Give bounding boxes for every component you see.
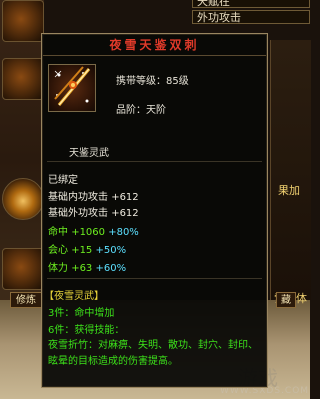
equipment-slot-top[interactable]: [2, 0, 44, 42]
divider: [47, 278, 262, 279]
tab-storage[interactable]: 藏: [276, 292, 296, 308]
set-bonus-row: 3件：命中增加: [48, 304, 114, 319]
base-stat-label: 基础内功攻击: [48, 192, 108, 203]
item-name: 夜雪天鉴双刺: [43, 35, 266, 56]
carry-level: 携带等级：85级: [116, 72, 189, 87]
growth-stat-percent: +60%: [95, 263, 127, 274]
equipment-slot-ring[interactable]: [2, 178, 44, 220]
bound-status: 已绑定: [48, 175, 78, 186]
growth-stat-label: 命中: [48, 227, 68, 238]
growth-stat-row: 体力 +63 +60%: [48, 259, 126, 274]
equipment-slot-lower[interactable]: [2, 248, 44, 290]
set-bonus-pieces: 6件：: [48, 325, 75, 336]
growth-stat-row: 会心 +15 +50%: [48, 241, 126, 256]
item-type: 天鉴灵武: [69, 148, 109, 159]
carry-level-value: 85级: [166, 76, 189, 87]
growth-stat-value: +1060: [71, 227, 106, 238]
growth-stat-value: +63: [71, 263, 93, 274]
item-grade: 品阶：天阶: [116, 101, 166, 116]
base-stat-row: 基础外功攻击 +612: [48, 204, 139, 219]
tab-cultivate[interactable]: 修炼: [10, 292, 42, 308]
divider: [47, 161, 262, 162]
set-name: 【夜雪灵武】: [44, 291, 104, 302]
set-bonus-row: 6件：获得技能：: [48, 321, 124, 336]
item-grade-label: 品阶：: [116, 105, 146, 116]
set-bonus-text: 命中增加: [74, 308, 115, 319]
attribute-side-panel: [270, 40, 311, 300]
set-bonus-text: 获得技能：: [74, 325, 125, 336]
growth-stat-row: 命中 +1060 +80%: [48, 223, 139, 238]
attribute-field-talent: 天赋在: [192, 0, 310, 8]
equipment-slot-weapon[interactable]: [2, 58, 44, 100]
attribute-label-effect: 果加: [278, 184, 300, 197]
item-grade-value: 天阶: [146, 105, 166, 116]
dual-blade-icon: [54, 66, 91, 106]
carry-level-label: 携带等级：: [116, 76, 166, 87]
set-bonus-pieces: 3件：: [48, 308, 75, 319]
item-tooltip: 夜雪天鉴双刺 携带等级：85级 品阶：天阶 天鉴灵武 已绑定 基础内功攻击 +6…: [41, 33, 268, 388]
attribute-field-attack: 外功攻击: [192, 10, 310, 24]
item-icon: [48, 64, 96, 112]
base-stat-row: 基础内功攻击 +612: [48, 188, 139, 203]
growth-stat-percent: +50%: [95, 245, 127, 256]
growth-stat-percent: +80%: [108, 227, 139, 238]
base-stat-value: +612: [111, 192, 139, 203]
growth-stat-value: +15: [71, 245, 93, 256]
growth-stat-label: 体力: [48, 263, 68, 274]
base-stat-value: +612: [111, 208, 139, 219]
set-skill-description: 夜雪折竹：对麻痹、失明、散功、封穴、封印、眩晕的目标造成的伤害提高。: [48, 340, 258, 367]
base-stat-label: 基础外功攻击: [48, 208, 108, 219]
growth-stat-label: 会心: [48, 245, 68, 256]
